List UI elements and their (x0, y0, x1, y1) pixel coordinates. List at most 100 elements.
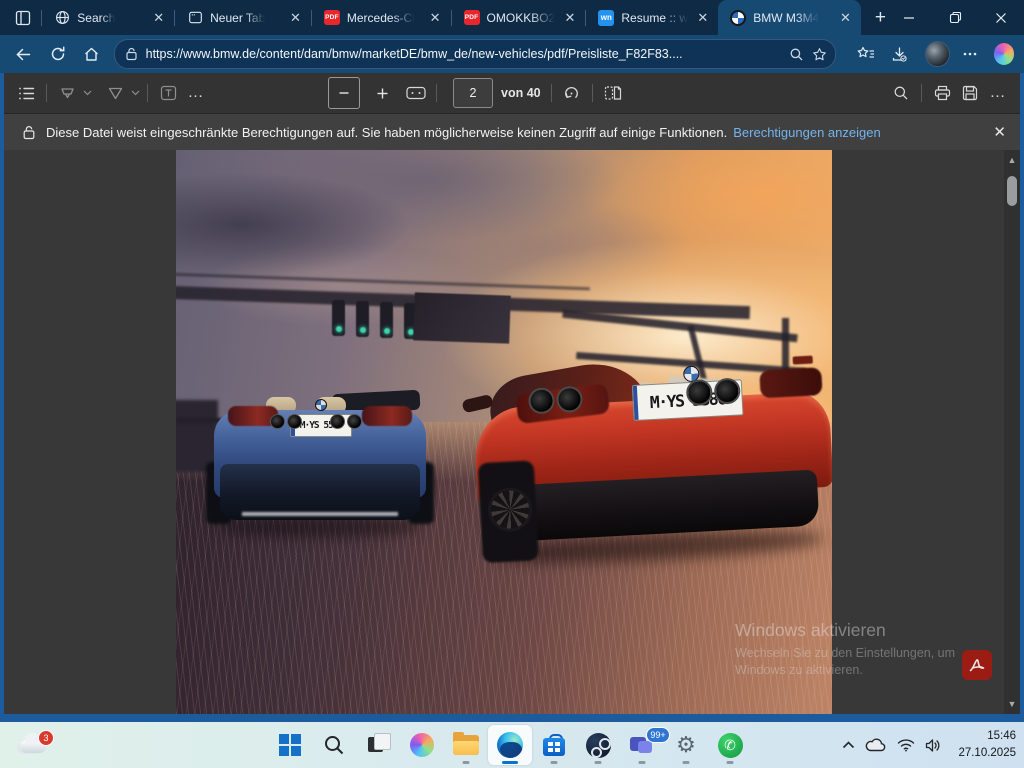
more-options-button[interactable]: … (984, 79, 1012, 107)
tab-neuer-tab[interactable]: Neuer Tab ✕ (175, 0, 311, 35)
close-tab-icon[interactable]: ✕ (562, 9, 577, 26)
wifi-icon[interactable] (897, 738, 915, 752)
permissions-link[interactable]: Berechtigungen anzeigen (733, 125, 880, 140)
search-in-address-icon[interactable] (789, 47, 804, 62)
tab-mercedes-pdf[interactable]: PDF Mercedes-Cl ✕ (312, 0, 451, 35)
watermark-title: Windows aktivieren (735, 620, 955, 641)
navigation-bar: https://www.bmw.de/content/dam/bmw/marke… (0, 35, 1024, 73)
clock[interactable]: 15:46 27.10.2025 (958, 728, 1016, 761)
chevron-down-icon[interactable] (81, 79, 93, 107)
save-button[interactable] (956, 79, 984, 107)
microsoft-store-button[interactable] (532, 725, 576, 765)
settings-button[interactable]: ⚙ (664, 725, 708, 765)
scroll-down-button[interactable]: ▼ (1004, 696, 1020, 712)
toolbar-separator (551, 84, 552, 102)
globe-icon (54, 10, 70, 26)
favorite-star-icon[interactable] (812, 47, 827, 62)
url-text[interactable]: https://www.bmw.de/content/dam/bmw/marke… (146, 47, 781, 61)
toolbar-separator (147, 84, 148, 102)
page-number-input[interactable] (453, 78, 493, 108)
address-bar[interactable]: https://www.bmw.de/content/dam/bmw/marke… (114, 39, 836, 69)
favorites-bar-button[interactable] (852, 39, 880, 69)
whatsapp-button[interactable]: ✆ (708, 725, 752, 765)
tab-search[interactable]: Search ✕ (42, 0, 174, 35)
notification-message: Diese Datei weist eingeschränkte Berecht… (46, 125, 727, 140)
tab-bmw-active[interactable]: BMW M3M4 ✕ (718, 0, 861, 35)
fit-to-width-button[interactable] (402, 79, 430, 107)
rotate-button[interactable] (558, 79, 586, 107)
start-button[interactable] (268, 725, 312, 765)
exhaust-tip (287, 414, 302, 429)
onedrive-icon[interactable] (865, 738, 887, 752)
gear-icon: ⚙ (676, 734, 696, 756)
taskbar-search-button[interactable] (312, 725, 356, 765)
table-of-contents-button[interactable] (12, 79, 40, 107)
tab-actions-menu-button[interactable] (10, 5, 35, 31)
bmw-logo-icon (730, 10, 746, 26)
copilot-button[interactable] (400, 725, 444, 765)
downloads-button[interactable] (886, 39, 914, 69)
window-frame-bottom (0, 714, 1024, 722)
close-tab-icon[interactable]: ✕ (838, 9, 853, 26)
notification-close-button[interactable]: ✕ (993, 123, 1006, 141)
tab-label: BMW M3M4 (753, 11, 819, 25)
teams-button[interactable]: 99+ (620, 725, 664, 765)
tab-omokkbo2-pdf[interactable]: PDF OMOKKBO2 ✕ (452, 0, 586, 35)
window-controls (886, 0, 1024, 35)
tab-label: Resume :: w (621, 11, 688, 25)
acrobat-extension-button[interactable] (962, 650, 992, 680)
file-explorer-button[interactable] (444, 725, 488, 765)
more-tools-button[interactable]: … (182, 79, 210, 107)
new-tab-button[interactable]: + (875, 7, 886, 29)
vertical-scrollbar[interactable]: ▲ ▼ (1004, 150, 1020, 714)
highlight-button[interactable] (53, 79, 81, 107)
steam-icon (586, 733, 611, 758)
edge-button[interactable] (488, 725, 532, 765)
traffic-light (332, 300, 345, 336)
close-tab-icon[interactable]: ✕ (288, 9, 303, 26)
profile-avatar[interactable] (925, 41, 949, 67)
draw-button[interactable] (101, 79, 129, 107)
close-tab-icon[interactable]: ✕ (695, 9, 710, 26)
task-view-button[interactable] (356, 725, 400, 765)
weather-widget[interactable]: 3 (18, 730, 58, 762)
phone-glyph: ✆ (724, 737, 736, 754)
tab-label: OMOKKBO2 (487, 11, 556, 25)
tab-resume-doc[interactable]: wn Resume :: w ✕ (586, 0, 718, 35)
blue-bmw-m4-convertible: M·YS 5575 (214, 392, 426, 542)
tray-chevron-icon[interactable] (842, 741, 855, 749)
site-permissions-lock-icon[interactable] (125, 47, 138, 61)
refresh-button[interactable] (44, 39, 72, 69)
home-button[interactable] (78, 39, 106, 69)
scroll-up-button[interactable]: ▲ (1004, 152, 1020, 168)
windows-logo-icon (279, 734, 301, 756)
copilot-icon[interactable] (994, 43, 1014, 65)
close-window-button[interactable] (978, 0, 1024, 35)
system-tray: 15:46 27.10.2025 (842, 722, 1016, 768)
settings-more-button[interactable] (956, 39, 984, 69)
print-button[interactable] (928, 79, 956, 107)
zoom-out-button[interactable] (328, 77, 360, 109)
restore-button[interactable] (932, 0, 978, 35)
close-tab-icon[interactable]: ✕ (428, 9, 443, 26)
whatsapp-icon: ✆ (718, 733, 743, 758)
zoom-in-button[interactable] (368, 79, 396, 107)
title-bar: Search ✕ Neuer Tab ✕ PDF Mercedes-Cl ✕ P… (0, 0, 1024, 35)
pdf-page-image[interactable]: M·YS 5575 M·YS 5386 (176, 150, 832, 714)
steam-button[interactable] (576, 725, 620, 765)
unread-badge: 99+ (646, 727, 670, 743)
store-icon (542, 733, 566, 757)
minimize-button[interactable] (886, 0, 932, 35)
volume-icon[interactable] (925, 738, 942, 753)
scrollbar-thumb[interactable] (1007, 176, 1017, 206)
page-view-button[interactable] (599, 79, 627, 107)
back-button[interactable] (10, 39, 38, 69)
tab-actions-icon (15, 10, 31, 26)
pdf-icon-label: PDF (324, 10, 340, 25)
word-doc-icon: wn (598, 10, 614, 26)
add-text-button[interactable] (154, 79, 182, 107)
chevron-down-icon[interactable] (129, 79, 141, 107)
tab-label: Mercedes-Cl (347, 11, 415, 25)
close-tab-icon[interactable]: ✕ (151, 9, 166, 26)
search-document-button[interactable] (887, 79, 915, 107)
